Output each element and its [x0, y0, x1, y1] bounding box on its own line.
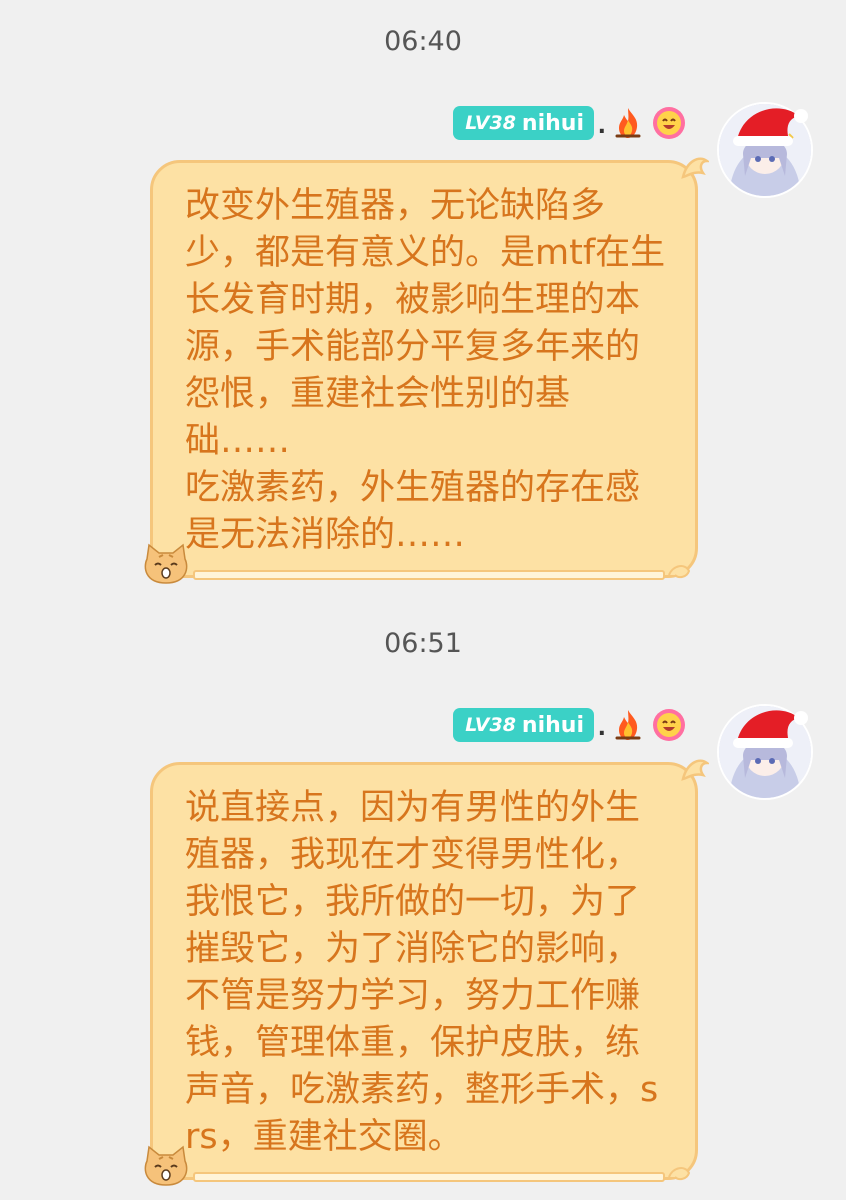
- separator: .: [597, 114, 606, 139]
- message-bubble[interactable]: 说直接点，因为有男性的外生殖器，我现在才变得男性化，我恨它，我所做的一切，为了摧…: [144, 759, 709, 1186]
- level-label: LV38: [465, 112, 516, 134]
- sender-name: nihui: [521, 712, 584, 738]
- corner-curl-icon: [668, 565, 691, 579]
- cat-icon: [144, 543, 188, 584]
- bubble-tail-icon: [681, 759, 709, 781]
- smile-face-icon: [653, 107, 685, 139]
- message-bubble[interactable]: 改变外生殖器，无论缺陷多少，都是有意义的。是mtf在生长发育时期，被影响生理的本…: [144, 157, 709, 584]
- sender-name: nihui: [521, 110, 584, 136]
- avatar[interactable]: [719, 104, 811, 196]
- level-label: LV38: [465, 714, 516, 736]
- smile-face-icon: [653, 709, 685, 741]
- avatar-icon: [719, 104, 811, 196]
- bubble-edge: [193, 1172, 665, 1182]
- cat-icon: [144, 1145, 188, 1186]
- flame-icon: [615, 108, 641, 138]
- level-badge[interactable]: LV38 nihui: [453, 106, 594, 140]
- sender-row: LV38 nihui .: [400, 706, 700, 746]
- avatar[interactable]: [719, 706, 811, 798]
- bubble-edge: [193, 570, 665, 580]
- flame-icon: [615, 710, 641, 740]
- message-text: 改变外生殖器，无论缺陷多少，都是有意义的。是mtf在生长发育时期，被影响生理的本…: [185, 186, 666, 555]
- message-timestamp: 06:51: [384, 628, 462, 659]
- avatar-icon: [719, 706, 811, 798]
- level-badge[interactable]: LV38 nihui: [453, 708, 594, 742]
- sender-row: LV38 nihui .: [400, 104, 700, 144]
- bubble-tail-icon: [681, 157, 709, 179]
- corner-curl-icon: [668, 1167, 691, 1181]
- message-text: 说直接点，因为有男性的外生殖器，我现在才变得男性化，我恨它，我所做的一切，为了摧…: [185, 788, 659, 1157]
- message-timestamp: 06:40: [384, 26, 462, 57]
- separator: .: [597, 716, 606, 741]
